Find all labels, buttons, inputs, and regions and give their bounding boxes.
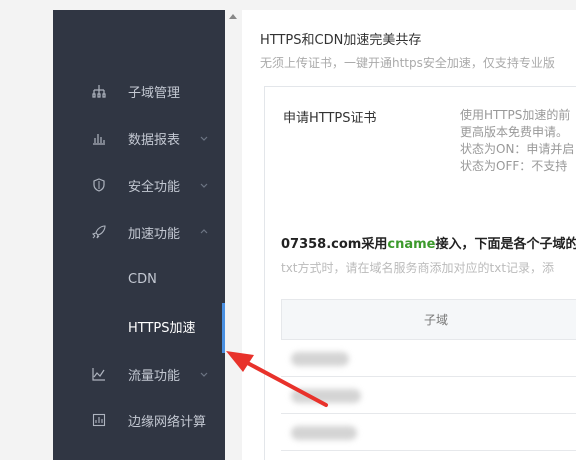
chevron-down-icon bbox=[200, 136, 208, 141]
table-header: 子域 bbox=[281, 299, 576, 340]
cname-info: 07358.com采用cname接入，下面是各个子域的HT bbox=[281, 233, 576, 252]
redacted-subdomain bbox=[291, 352, 349, 366]
sidebar-item-https[interactable]: HTTPS加速 bbox=[53, 303, 225, 349]
line-chart-icon bbox=[91, 366, 107, 382]
chevron-down-icon bbox=[200, 372, 208, 377]
sidebar-item-label: 边缘网络计算 bbox=[128, 414, 207, 430]
page-subtitle: 无须上传证书，一键开通https安全加速，仅支持专业版 bbox=[260, 56, 555, 70]
sidebar-item-label: 流量功能 bbox=[128, 368, 181, 384]
sidebar-item-label: 数据报表 bbox=[128, 132, 181, 148]
chevron-down-icon bbox=[200, 183, 208, 188]
scroll-up-icon[interactable] bbox=[229, 14, 237, 19]
cname-suffix: 接入，下面是各个子域的HT bbox=[435, 237, 576, 252]
sidebar-item-traffic[interactable]: 流量功能 bbox=[53, 351, 225, 397]
sidebar-item-label: 安全功能 bbox=[128, 179, 181, 195]
desc-line: 状态为ON：申请并启 bbox=[460, 142, 575, 156]
sidebar-item-label: HTTPS加速 bbox=[128, 320, 196, 336]
sidebar-item-label: 子域管理 bbox=[128, 85, 181, 101]
https-description: 使用HTTPS加速的前 更高版本免费申请。 状态为ON：申请并启 状态为OFF：… bbox=[460, 107, 574, 175]
sidebar-item-acceleration[interactable]: 加速功能 bbox=[53, 209, 225, 255]
sidebar-item-security[interactable]: 安全功能 bbox=[53, 162, 225, 208]
page-title: HTTPS和CDN加速完美共存 bbox=[260, 33, 422, 48]
sitemap-icon bbox=[91, 83, 107, 99]
desc-line: 更高版本免费申请。 bbox=[460, 125, 569, 139]
sidebar-item-cdn[interactable]: CDN bbox=[53, 256, 225, 302]
main-content: HTTPS和CDN加速完美共存 无须上传证书，一键开通https安全加速，仅支持… bbox=[242, 10, 576, 460]
sidebar-item-label: CDN bbox=[128, 271, 157, 287]
desc-line: 使用HTTPS加速的前 bbox=[460, 108, 571, 122]
scrollbar[interactable] bbox=[225, 10, 242, 460]
sidebar-item-reports[interactable]: 数据报表 bbox=[53, 115, 225, 161]
sidebar-item-subdomain[interactable]: 子域管理 bbox=[53, 68, 225, 114]
sidebar: 子域管理 数据报表 安全功能 加速功能 CDN HTTPS加速 流量功能 边缘网… bbox=[53, 10, 225, 460]
chevron-up-icon bbox=[200, 229, 208, 234]
table-row[interactable] bbox=[281, 340, 576, 377]
sidebar-item-edge-computing[interactable]: 边缘网络计算 bbox=[53, 397, 225, 443]
redacted-subdomain bbox=[291, 389, 361, 403]
column-header-subdomain: 子域 bbox=[423, 313, 448, 327]
redacted-subdomain bbox=[291, 426, 357, 440]
cname-keyword: cname bbox=[387, 237, 436, 252]
table-row[interactable] bbox=[281, 414, 576, 451]
https-cert-label: 申请HTTPS证书 bbox=[283, 111, 377, 126]
bar-chart-icon bbox=[91, 130, 107, 146]
table-row[interactable] bbox=[281, 377, 576, 414]
rocket-icon bbox=[91, 224, 107, 240]
subdomain-table: 子域 bbox=[281, 299, 576, 451]
left-gap bbox=[0, 0, 53, 460]
cname-prefix: 07358.com采用 bbox=[281, 237, 388, 252]
txt-record-hint: txt方式时，请在域名服务商添加对应的txt记录，添 bbox=[281, 261, 555, 275]
page: 子域管理 数据报表 安全功能 加速功能 CDN HTTPS加速 流量功能 边缘网… bbox=[0, 0, 576, 460]
https-card: 申请HTTPS证书 使用HTTPS加速的前 更高版本免费申请。 状态为ON：申请… bbox=[264, 86, 576, 460]
shield-icon bbox=[91, 177, 107, 193]
desc-line: 状态为OFF：不支持 bbox=[460, 159, 568, 173]
calculator-icon bbox=[91, 412, 107, 428]
sidebar-item-label: 加速功能 bbox=[128, 226, 181, 242]
